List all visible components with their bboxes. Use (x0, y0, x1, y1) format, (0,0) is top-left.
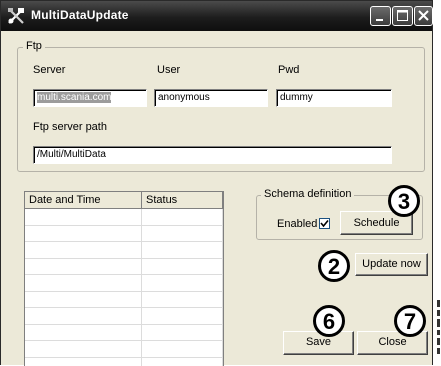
schema-legend: Schema definition (261, 188, 354, 200)
minimize-icon (371, 7, 390, 25)
pwd-value: dummy (280, 92, 313, 103)
window-title: MultiDataUpdate (31, 8, 129, 22)
table-row (25, 308, 223, 325)
callout-6: 6 (313, 305, 345, 337)
table-row (25, 341, 223, 358)
log-table[interactable]: Date and Time Status (24, 191, 224, 366)
minimize-button[interactable] (370, 6, 391, 26)
title-bar[interactable]: MultiDataUpdate (1, 1, 432, 31)
callout-3: 3 (388, 185, 420, 217)
multidataupdate-window: MultiDataUpdate Ftp Server User Pwd mult… (0, 0, 433, 365)
table-row (25, 292, 223, 309)
close-label: Close (378, 336, 406, 348)
ftp-path-value: /Multi/MultiData (37, 149, 106, 160)
ftp-legend: Ftp (23, 40, 45, 52)
maximize-icon (393, 7, 412, 25)
ftp-path-input[interactable]: /Multi/MultiData (33, 146, 392, 164)
update-now-label: Update now (362, 258, 421, 270)
pwd-input[interactable]: dummy (276, 89, 392, 107)
user-value: anonymous (158, 92, 210, 103)
user-label: User (157, 64, 180, 76)
user-input[interactable]: anonymous (154, 89, 268, 107)
table-row (25, 325, 223, 342)
callout-2: 2 (318, 250, 350, 282)
ftp-path-label: Ftp server path (33, 121, 107, 133)
schedule-button-label: Schedule (354, 217, 400, 229)
app-icon (7, 7, 26, 25)
save-label: Save (306, 336, 331, 348)
log-table-header: Date and Time Status (25, 192, 223, 209)
table-row (25, 209, 223, 226)
column-header-date-time[interactable]: Date and Time (25, 192, 142, 208)
close-window-button[interactable] (414, 6, 433, 26)
pwd-label: Pwd (278, 64, 299, 76)
table-row (25, 275, 223, 292)
close-icon (415, 7, 432, 25)
enabled-checkbox[interactable] (319, 218, 330, 229)
update-now-button[interactable]: Update now (355, 253, 428, 276)
server-value: multi.scania.com (37, 92, 111, 103)
checkmark-icon (320, 219, 329, 228)
server-input[interactable]: multi.scania.com (33, 89, 147, 107)
maximize-button[interactable] (392, 6, 413, 26)
callout-7: 7 (394, 305, 426, 337)
column-header-status[interactable]: Status (142, 192, 223, 208)
enabled-label: Enabled (277, 218, 317, 230)
table-row (25, 242, 223, 259)
side-code-mark (436, 300, 441, 356)
table-row (25, 226, 223, 243)
save-button[interactable]: Save (283, 331, 354, 355)
server-label: Server (33, 64, 65, 76)
table-row (25, 259, 223, 276)
